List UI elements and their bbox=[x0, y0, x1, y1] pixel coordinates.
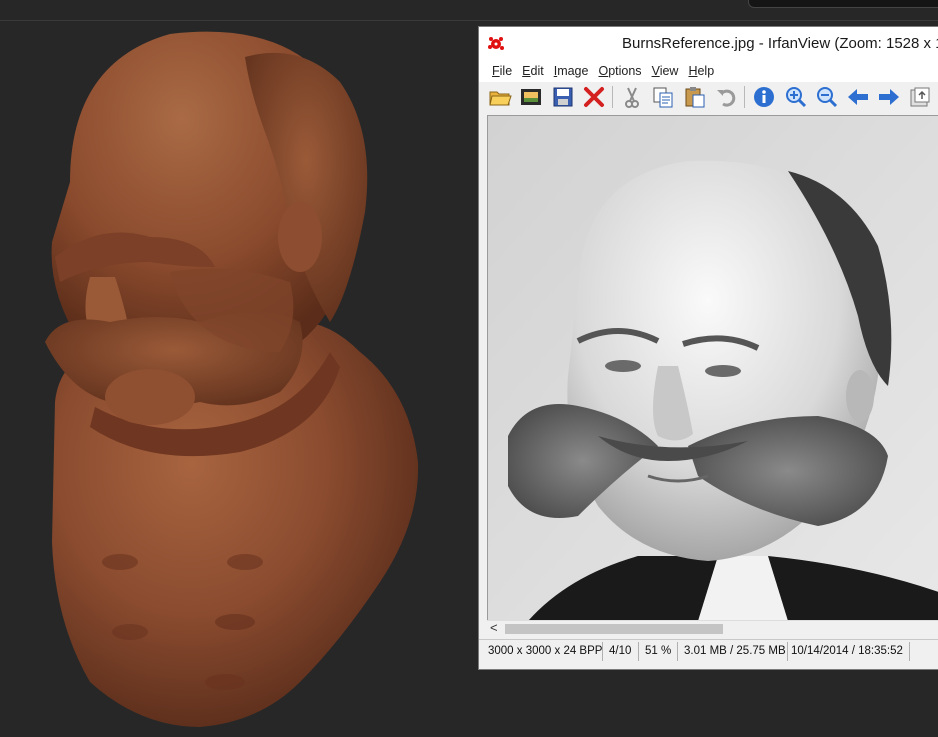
status-size: 3.01 MB / 25.75 MB bbox=[684, 645, 786, 657]
menu-options[interactable]: Options bbox=[598, 64, 641, 78]
title-bar[interactable]: BurnsReference.jpg - IrfanView (Zoom: 15… bbox=[479, 27, 938, 60]
toolbar-separator bbox=[744, 86, 745, 108]
status-separator bbox=[638, 642, 639, 661]
status-separator bbox=[602, 642, 603, 661]
fit-window-icon[interactable] bbox=[908, 85, 932, 109]
menu-help[interactable]: Help bbox=[688, 64, 714, 78]
irfanview-window[interactable]: BurnsReference.jpg - IrfanView (Zoom: 15… bbox=[478, 26, 938, 670]
top-right-panel-tab[interactable] bbox=[748, 0, 938, 8]
menu-file[interactable]: File bbox=[492, 64, 512, 78]
horizontal-scrollbar[interactable]: < bbox=[487, 620, 938, 637]
app-top-divider bbox=[0, 20, 938, 21]
image-canvas[interactable] bbox=[487, 115, 938, 621]
scroll-thumb[interactable] bbox=[505, 624, 723, 634]
slideshow-icon[interactable] bbox=[519, 85, 543, 109]
menu-view[interactable]: View bbox=[652, 64, 679, 78]
status-index: 4/10 bbox=[609, 645, 632, 657]
cut-icon[interactable] bbox=[620, 85, 644, 109]
status-bar: 3000 x 3000 x 24 BPP 4/10 51 % 3.01 MB /… bbox=[479, 639, 938, 664]
reference-portrait-photo bbox=[488, 116, 938, 621]
clay-bust-sculpt bbox=[45, 31, 419, 727]
previous-icon[interactable] bbox=[846, 85, 870, 109]
status-datetime: 10/14/2014 / 18:35:52 bbox=[791, 645, 903, 657]
zoom-in-icon[interactable] bbox=[784, 85, 808, 109]
open-folder-icon[interactable] bbox=[488, 85, 512, 109]
save-icon[interactable] bbox=[551, 85, 575, 109]
window-title: BurnsReference.jpg - IrfanView (Zoom: 15… bbox=[622, 35, 938, 52]
status-separator bbox=[787, 642, 788, 661]
delete-icon[interactable] bbox=[582, 85, 606, 109]
scroll-left-arrow-icon[interactable]: < bbox=[490, 620, 498, 635]
copy-icon[interactable] bbox=[651, 85, 675, 109]
status-separator bbox=[677, 642, 678, 661]
menu-image[interactable]: Image bbox=[554, 64, 589, 78]
status-separator bbox=[909, 642, 910, 661]
sculpt-viewport[interactable] bbox=[0, 22, 478, 737]
info-icon[interactable] bbox=[752, 85, 776, 109]
zoom-out-icon[interactable] bbox=[815, 85, 839, 109]
paste-icon[interactable] bbox=[683, 85, 707, 109]
irfanview-app-icon[interactable] bbox=[487, 35, 505, 53]
menu-bar: File Edit Image Options View Help bbox=[479, 60, 938, 82]
toolbar-separator bbox=[612, 86, 613, 108]
next-icon[interactable] bbox=[877, 85, 901, 109]
menu-edit[interactable]: Edit bbox=[522, 64, 544, 78]
undo-icon[interactable] bbox=[714, 85, 738, 109]
status-zoom: 51 % bbox=[645, 645, 672, 657]
status-dimensions: 3000 x 3000 x 24 BPP bbox=[488, 645, 603, 657]
toolbar bbox=[479, 82, 938, 112]
